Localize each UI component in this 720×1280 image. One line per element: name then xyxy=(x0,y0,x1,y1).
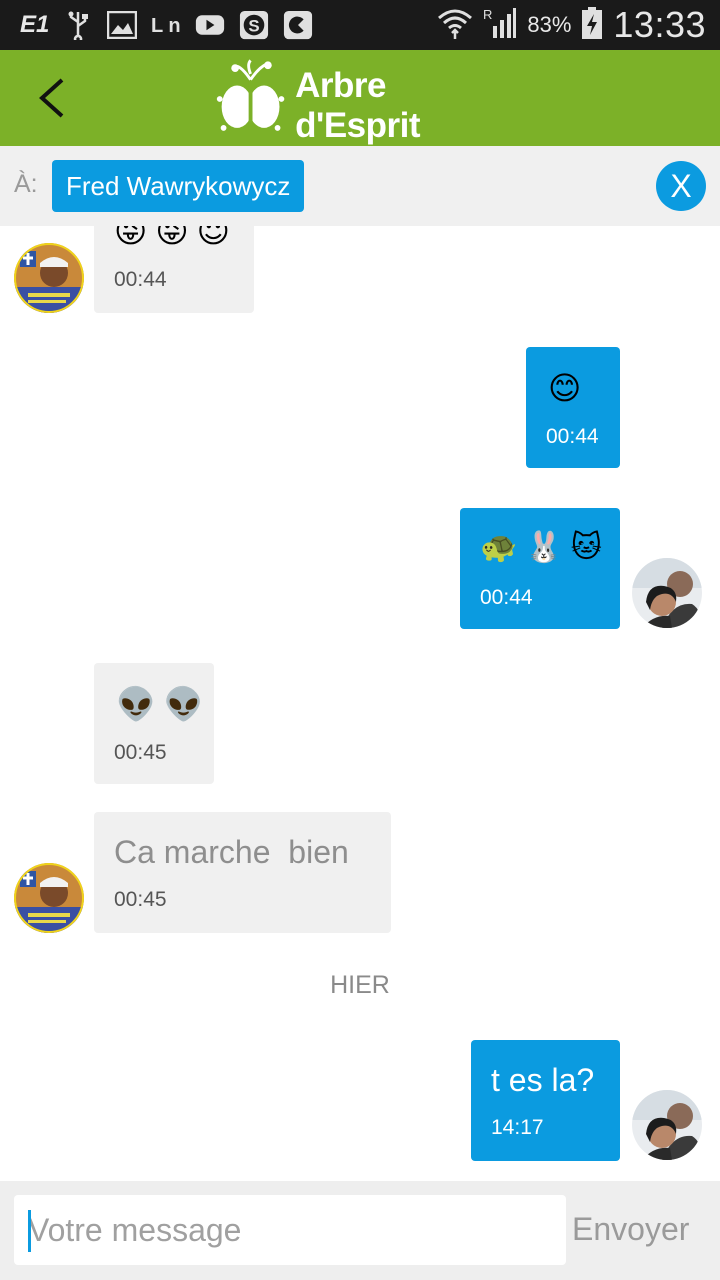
message-bubble-outgoing[interactable]: t es la? 14:17 xyxy=(471,1040,620,1161)
message-time: 14:17 xyxy=(491,1116,544,1139)
app-brand-name: Arbre d'Esprit xyxy=(295,66,421,145)
clock: 13:33 xyxy=(613,4,706,45)
message-list[interactable]: 😜 😜 😇 00:44 😊 00:44 🐢 🐰 🐱 00:44 👽 👽 00:4… xyxy=(0,226,720,1181)
emoji: 😜 xyxy=(114,226,148,249)
clear-recipient-button[interactable]: X xyxy=(656,161,706,211)
svg-text:S: S xyxy=(249,17,260,36)
emoji: 👽 xyxy=(163,686,204,722)
message-time: 00:44 xyxy=(480,586,533,609)
text-cursor xyxy=(28,1210,31,1252)
emoji: 👽 xyxy=(116,686,156,722)
message-text: Ca marche bien xyxy=(114,834,349,870)
gallery-icon xyxy=(107,10,138,40)
back-button[interactable] xyxy=(22,68,82,128)
contact-avatar[interactable] xyxy=(14,863,84,933)
emoji-row: 😜 😜 😇 xyxy=(114,226,230,250)
message-time: 00:45 xyxy=(114,888,167,911)
message-bubble-incoming[interactable]: Ca marche bien 00:45 xyxy=(94,812,391,933)
svg-text:L n: L n xyxy=(151,15,181,37)
message-bubble-outgoing[interactable]: 😊 00:44 xyxy=(526,347,620,468)
emoji: 🐱 xyxy=(570,531,602,564)
linkedin-icon: L n xyxy=(151,10,181,40)
recipient-chip[interactable]: Fred Wawrykowycz xyxy=(52,160,305,212)
app-bar: Arbre d'Esprit xyxy=(0,50,720,146)
user-avatar[interactable] xyxy=(632,558,702,628)
emoji-row: 😊 xyxy=(548,369,581,407)
day-separator: HIER xyxy=(330,971,390,999)
to-label: À: xyxy=(14,170,38,198)
chevron-left-icon xyxy=(39,78,64,118)
shazam-icon: S xyxy=(239,10,269,40)
app-logo: Arbre d'Esprit xyxy=(212,58,512,145)
emoji-row: 🐢 🐰 🐱 xyxy=(480,530,602,565)
emoji: 🐢 xyxy=(480,531,518,564)
emoji: 😊 xyxy=(548,370,582,406)
network-type: E1 xyxy=(20,11,50,38)
message-input[interactable] xyxy=(14,1195,566,1265)
emoji-row: 👽 👽 xyxy=(116,685,204,723)
recipient-bar: À: Fred Wawrykowycz xyxy=(0,146,720,226)
svg-text:R: R xyxy=(483,7,492,22)
message-bubble-incoming[interactable]: 😜 😜 😇 00:44 xyxy=(94,226,254,313)
message-time: 00:44 xyxy=(114,268,167,291)
app-icon xyxy=(283,10,313,40)
battery-icon xyxy=(581,6,603,45)
emoji: 😜 xyxy=(155,226,189,249)
message-bubble-incoming[interactable]: 👽 👽 00:45 xyxy=(94,663,214,784)
message-bubble-outgoing[interactable]: 🐢 🐰 🐱 00:44 xyxy=(460,508,620,629)
user-avatar[interactable] xyxy=(632,1090,702,1160)
usb-icon xyxy=(63,10,93,40)
wifi-icon xyxy=(437,6,473,45)
emoji: 😇 xyxy=(196,226,231,249)
composer-bar: Envoyer xyxy=(0,1181,720,1280)
message-text: t es la? xyxy=(491,1062,595,1098)
send-button[interactable]: Envoyer xyxy=(572,1211,689,1248)
battery-percent: 83% xyxy=(527,12,572,37)
contact-avatar[interactable] xyxy=(14,243,84,313)
status-bar: E1 L n S R 83% 13:33 xyxy=(0,0,720,50)
message-time: 00:44 xyxy=(546,425,599,448)
message-time: 00:45 xyxy=(114,741,167,764)
tree-logo-icon xyxy=(216,59,285,131)
emoji: 🐰 xyxy=(525,531,563,564)
youtube-icon xyxy=(195,10,225,40)
signal-icon: R xyxy=(483,6,517,45)
